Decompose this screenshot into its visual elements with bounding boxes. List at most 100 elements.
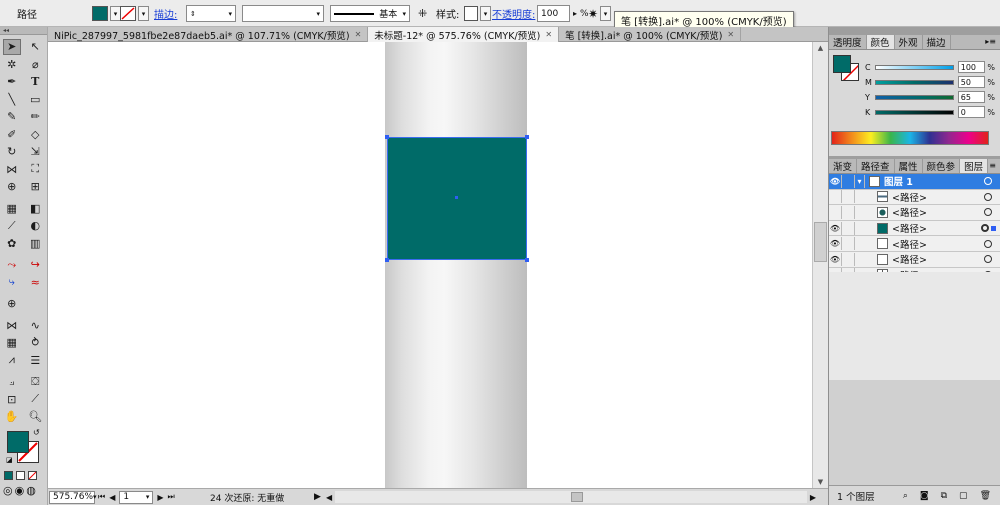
draw-inside-icon[interactable]: ◍ — [26, 484, 36, 497]
opacity-label-link[interactable]: 不透明度: — [492, 4, 535, 23]
symbol-sprayer-tool-icon[interactable]: ✿ — [3, 235, 21, 251]
tab-stroke[interactable]: 描边 — [923, 35, 951, 49]
stroke-dropdown-arrow[interactable]: ▾ — [138, 6, 149, 21]
cyan-input[interactable]: 100 — [957, 61, 986, 73]
sublayer-row[interactable]: 👁︎ <路径> — [829, 251, 1000, 268]
graphic-style-picker[interactable]: ▾ — [464, 4, 491, 23]
vertical-scrollbar[interactable]: ▲ ▼ — [812, 42, 828, 488]
align-icon-button[interactable]: ⁜ — [418, 4, 427, 23]
document-tab-2[interactable]: 未标题-12* @ 575.76% (CMYK/预览) ✕ — [368, 27, 560, 42]
plugin-tool-c-icon[interactable]: ⤷ — [3, 274, 21, 290]
brush-definition-field[interactable]: 基本 ▾ — [330, 5, 410, 22]
scroll-left-icon[interactable]: ◀ — [326, 493, 332, 502]
target-circle-icon[interactable] — [984, 192, 992, 201]
target-circle-icon[interactable] — [981, 224, 989, 233]
zoom-tool-icon[interactable]: 🔍︎ — [26, 409, 44, 425]
tab-attributes[interactable]: 属性 — [895, 159, 923, 173]
target-circle-icon[interactable] — [984, 177, 992, 186]
black-input[interactable]: 0 — [957, 106, 986, 118]
eyedropper-tool-icon[interactable]: ⟋ — [3, 218, 21, 234]
free-transform-tool-icon[interactable]: ⛶ — [26, 161, 44, 177]
magic-wand-tool-icon[interactable]: ✲ — [3, 56, 21, 72]
stroke-weight-field[interactable]: ⇕ ▾ — [186, 5, 236, 22]
width-tool-icon[interactable]: ⋈ — [3, 161, 21, 177]
tab-transparency[interactable]: 透明度 — [829, 35, 867, 49]
stroke-label-link[interactable]: 描边: — [154, 4, 177, 23]
direct-selection-tool-icon[interactable]: ↖ — [26, 39, 44, 55]
close-icon[interactable]: ✕ — [355, 30, 362, 39]
eye-icon[interactable]: 👁︎ — [829, 174, 842, 188]
yellow-input[interactable]: 65 — [957, 91, 986, 103]
gradient-mode-button[interactable] — [16, 471, 25, 480]
twist-tool-icon[interactable]: ⥁ — [26, 335, 44, 351]
hand-tool-icon[interactable]: ✋ — [3, 409, 21, 425]
dock-header[interactable] — [829, 27, 1000, 35]
selection-tool-icon[interactable]: ➤ — [2, 38, 21, 55]
gradient-pillar-shape[interactable] — [385, 42, 527, 488]
path-name[interactable]: <路径> — [892, 190, 984, 204]
lock-toggle[interactable] — [842, 205, 855, 219]
magenta-slider[interactable] — [874, 79, 954, 85]
grid-tool-icon[interactable]: ▦ — [3, 335, 21, 351]
panel-menu-icon[interactable]: ▸≡ — [985, 35, 1000, 49]
opacity-field[interactable]: 100 — [537, 5, 570, 22]
delete-layer-icon[interactable]: 🗑︎ — [980, 491, 991, 501]
yellow-slider[interactable] — [874, 94, 954, 100]
perspective-grid-tool-icon[interactable]: ⊞ — [26, 179, 44, 195]
path-name[interactable]: <路径> — [892, 221, 981, 235]
paintbrush-tool-icon[interactable]: ✎ — [3, 109, 21, 125]
visibility-toggle[interactable] — [829, 205, 842, 219]
slice-tool-icon[interactable]: ⟋ — [26, 391, 44, 407]
eraser-tool-icon[interactable]: ◇ — [26, 126, 44, 142]
stroke-swatch-group[interactable]: ▾ — [120, 4, 149, 23]
graphic-style-dropdown[interactable]: ▾ — [480, 6, 491, 21]
draw-normal-icon[interactable]: ◎ — [3, 484, 13, 497]
slice-select-tool-icon[interactable]: ⟓ — [3, 374, 21, 390]
type-tool-icon[interactable]: T — [26, 74, 44, 90]
tab-gradient[interactable]: 渐变 — [829, 159, 858, 173]
tab-color[interactable]: 颜色 — [866, 35, 895, 49]
previous-artboard-icon[interactable]: ◀ — [109, 493, 115, 502]
fill-color-box[interactable] — [7, 430, 29, 453]
fill-swatch-group[interactable]: ▾ — [92, 4, 121, 23]
lock-toggle[interactable] — [842, 252, 855, 266]
horizontal-track[interactable] — [335, 491, 807, 503]
chevron-right-icon[interactable]: ▸ — [573, 9, 577, 18]
recolor-button[interactable]: ✷ ▾ — [588, 4, 612, 23]
layer-row[interactable]: 👁︎ ▾ 图层 1 — [829, 174, 1000, 190]
plugin-tool-d-icon[interactable]: ≈ — [26, 274, 44, 290]
eye-icon[interactable]: 👁︎ — [829, 221, 842, 235]
status-text[interactable]: 24 次还原: 无重做 — [210, 490, 284, 504]
target-circle-icon[interactable] — [984, 208, 992, 217]
default-colors-icon[interactable]: ◪ — [6, 456, 13, 464]
eye-icon[interactable]: 👁︎ — [829, 237, 842, 251]
scroll-right-icon[interactable]: ▶ — [810, 493, 816, 502]
anchor-point[interactable] — [525, 135, 529, 139]
artboard-canvas[interactable] — [48, 42, 812, 488]
graphic-style-swatch[interactable] — [464, 6, 478, 21]
lock-toggle[interactable] — [842, 221, 855, 235]
line-segment-tool-icon[interactable]: ╲ — [3, 91, 21, 107]
blend-tool-icon[interactable]: ◐ — [26, 218, 44, 234]
visibility-toggle[interactable] — [829, 190, 842, 204]
draw-behind-icon[interactable]: ◉ — [15, 484, 25, 497]
crosshair-tool-icon[interactable]: ⊕ — [3, 296, 21, 312]
horizontal-scrollbar[interactable]: ◀ ▶ — [326, 490, 816, 504]
last-artboard-icon[interactable]: ⏭ — [168, 492, 175, 502]
pen-tool-icon[interactable]: ✒ — [3, 74, 21, 90]
artboard-tool-icon[interactable]: ⊡ — [3, 391, 21, 407]
stroke-label[interactable]: 描边: — [154, 6, 177, 21]
lock-toggle[interactable] — [842, 237, 855, 251]
plugin-tool-a-icon[interactable]: ⤳ — [3, 257, 21, 273]
lock-toggle[interactable] — [842, 174, 855, 188]
cyan-slider[interactable] — [874, 64, 954, 70]
gradient-tool-icon[interactable]: ◧ — [26, 200, 44, 216]
wave-tool-icon[interactable]: ∿ — [26, 317, 44, 333]
anchor-point[interactable] — [385, 258, 389, 262]
color-spectrum-bar[interactable] — [831, 131, 989, 145]
close-icon[interactable]: ✕ — [727, 30, 734, 39]
locate-object-icon[interactable]: ⌕ — [903, 491, 908, 501]
panel-menu-icon[interactable]: ≡ — [989, 159, 1000, 173]
anchor-point[interactable] — [385, 135, 389, 139]
variable-width-field[interactable]: ▾ — [242, 5, 324, 22]
